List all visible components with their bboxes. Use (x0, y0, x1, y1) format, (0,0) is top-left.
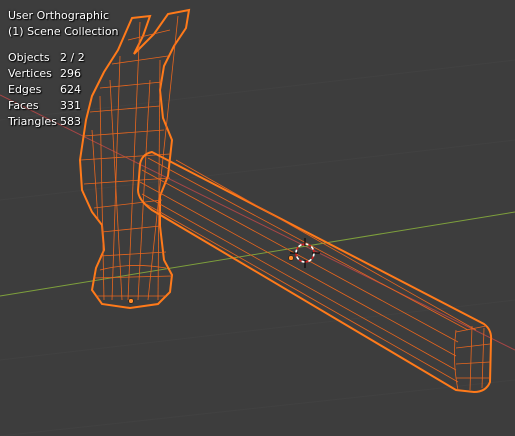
stat-label: Triangles (8, 115, 57, 128)
viewport-info-overlay: User Orthographic (1) Scene Collection O… (8, 8, 119, 130)
y-axis-line (0, 211, 515, 297)
stat-value: 583 (60, 115, 81, 128)
stat-value: 2 / 2 (60, 51, 85, 64)
hammer-handle-wireframe (139, 157, 491, 391)
stat-row: Objects 2 / 2 (8, 50, 85, 66)
stat-row: Vertices 296 (8, 66, 85, 82)
statistics-table: Objects 2 / 2 Vertices 296 Edges 624 Fac… (8, 50, 85, 130)
3d-cursor-icon[interactable] (290, 238, 320, 268)
stat-value: 624 (60, 83, 81, 96)
stat-row: Faces 331 (8, 98, 85, 114)
hammer-handle-origin[interactable] (288, 255, 294, 261)
3d-viewport[interactable]: User Orthographic (1) Scene Collection O… (0, 0, 515, 436)
collection-label: (1) Scene Collection (8, 25, 119, 38)
hammer-handle-outline (136, 150, 493, 394)
stat-value: 331 (60, 99, 81, 112)
stat-row: Triangles 583 (8, 114, 85, 130)
stat-label: Faces (8, 99, 39, 112)
stat-label: Vertices (8, 67, 52, 80)
view-name-label: User Orthographic (8, 9, 110, 22)
stat-label: Objects (8, 51, 50, 64)
hammer-head-origin[interactable] (128, 298, 134, 304)
hammer-handle-object[interactable] (136, 150, 493, 394)
stat-row: Edges 624 (8, 82, 85, 98)
x-axis-line (0, 94, 515, 351)
stat-value: 296 (60, 67, 81, 80)
stat-label: Edges (8, 83, 42, 96)
